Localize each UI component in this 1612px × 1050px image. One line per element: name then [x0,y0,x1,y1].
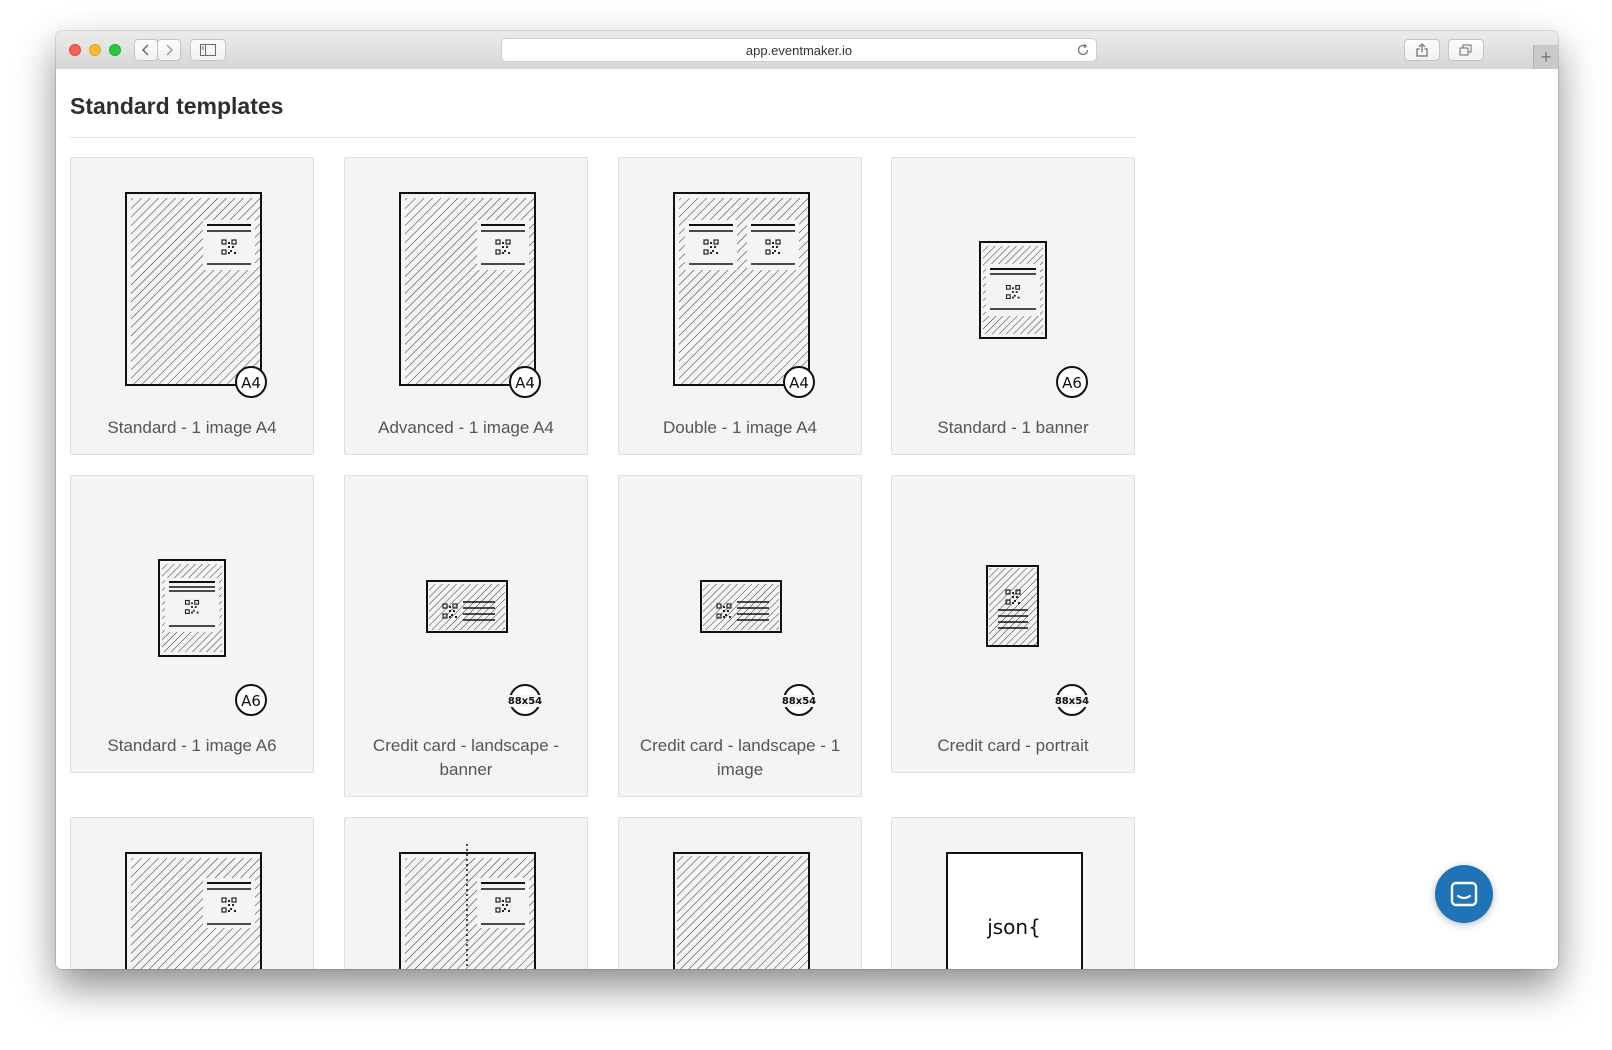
ticket-info-box [203,878,255,928]
template-card-label: Standard - 1 image A6 [107,736,277,755]
format-badge-icon: A4 [783,366,815,398]
format-badge-icon: 88x54 [507,684,543,716]
template-preview: A4 [399,192,541,398]
page-title: Standard templates [70,93,284,119]
template-card-label: Standard - 1 image A4 [107,418,277,437]
template-card[interactable]: 88x54 Credit card - landscape - banner [344,475,588,797]
title-divider [70,137,1136,138]
template-card-label: Credit card - landscape - banner [372,736,560,779]
sidebar-icon [200,44,216,56]
url-text: app.eventmaker.io [745,42,853,58]
hatched-image-area [703,584,779,630]
ticket-info-box [986,264,1040,316]
ticket-info-box [685,220,737,270]
address-bar[interactable]: app.eventmaker.io [501,38,1097,62]
plus-icon: + [1540,46,1552,67]
hatched-image-area [677,856,809,969]
template-card[interactable] [70,817,314,969]
template-card[interactable]: 88x54 Credit card - portrait [891,475,1135,773]
template-card[interactable]: A6 Standard - 1 banner [891,157,1135,455]
format-badge-icon: A6 [1056,366,1088,398]
back-button[interactable] [134,39,158,61]
template-card[interactable] [344,817,588,969]
tabs-icon [1459,44,1472,56]
template-preview: json{ [946,852,1083,969]
sidebar-button[interactable] [190,39,226,61]
template-card-label: Credit card - landscape - 1 image [639,736,841,779]
close-window-button[interactable] [69,44,81,56]
format-badge-icon: A6 [235,684,267,716]
template-preview: 88x54 [986,565,1090,716]
svg-text:88x54: 88x54 [782,696,816,707]
format-badge-icon: A4 [235,366,267,398]
hatched-image-area [989,568,1037,646]
template-card[interactable]: A4 Advanced - 1 image A4 [344,157,588,455]
template-card-label: Credit card - portrait [937,736,1089,755]
template-card-label: Advanced - 1 image A4 [378,418,554,437]
minimize-window-button[interactable] [89,44,101,56]
reload-icon[interactable] [1076,43,1090,57]
forward-button[interactable] [157,39,181,61]
template-card-label: Double - 1 image A4 [662,418,818,437]
svg-text:88x54: 88x54 [1055,696,1089,707]
chevron-left-icon [141,44,149,56]
new-tab-button[interactable]: + [1533,45,1558,69]
template-card[interactable]: json{ [891,817,1135,969]
chevron-right-icon [166,44,174,56]
svg-text:A4: A4 [789,374,809,392]
svg-text:88x54: 88x54 [508,696,542,707]
ticket-info-box [165,578,219,632]
template-preview: A6 [158,559,267,716]
tabs-overview-button[interactable] [1448,39,1484,61]
svg-text:A4: A4 [241,374,261,392]
template-preview [125,852,262,969]
hatched-image-area [429,584,505,630]
ticket-info-box [477,878,529,928]
ticket-info-box [477,220,529,270]
template-card[interactable] [618,817,862,969]
format-badge-icon: 88x54 [781,684,817,716]
svg-text:A4: A4 [515,374,535,392]
zoom-window-button[interactable] [109,44,121,56]
ticket-info-box [747,220,799,270]
svg-text:A6: A6 [1062,374,1082,392]
chat-widget-button[interactable] [1435,865,1493,923]
browser-toolbar: app.eventmaker.io + [56,31,1558,70]
page-content: Standard templates A4 Standard - 1 image … [56,69,1558,969]
template-card-label: Standard - 1 banner [937,418,1089,437]
svg-text:A6: A6 [241,692,261,710]
template-preview: A4 [673,192,815,398]
template-preview [673,852,810,969]
share-button[interactable] [1404,39,1440,61]
template-card[interactable]: A6 Standard - 1 image A6 [70,475,314,773]
format-badge-icon: 88x54 [1054,684,1090,716]
template-preview: A4 [125,192,267,398]
template-preview: A6 [979,241,1088,398]
chat-bubble-icon [1450,881,1478,907]
browser-window: app.eventmaker.io + Standard templates A… [56,31,1558,969]
ticket-info-box [203,220,255,270]
format-badge-icon: A4 [509,366,541,398]
template-card[interactable]: A4 Standard - 1 image A4 [70,157,314,455]
template-card[interactable]: A4 Double - 1 image A4 [618,157,862,455]
share-icon [1416,43,1428,57]
template-card[interactable]: 88x54 Credit card - landscape - 1 image [618,475,862,797]
json-preview-text: json{ [986,915,1041,939]
template-preview [399,844,536,969]
